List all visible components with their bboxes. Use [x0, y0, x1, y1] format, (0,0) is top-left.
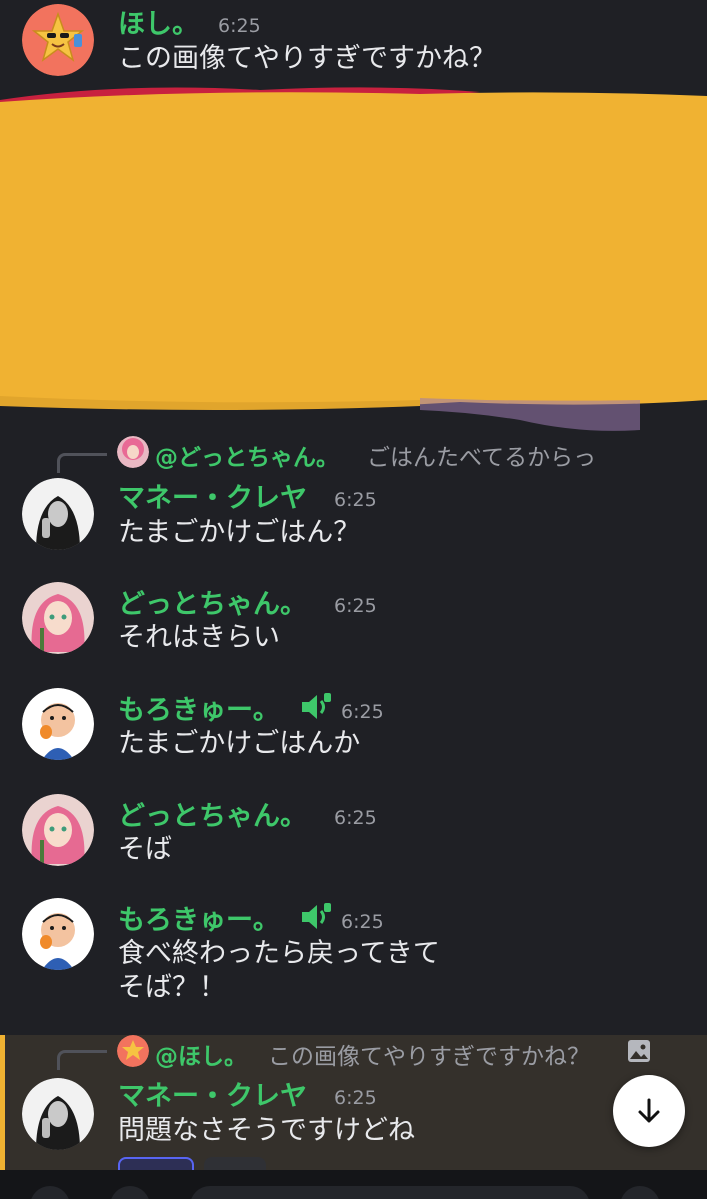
reply-mention[interactable]: @ほし。: [155, 1037, 247, 1071]
speaker-icon: [302, 693, 331, 719]
timestamp: 6:25: [334, 1087, 377, 1109]
timestamp: 6:25: [334, 489, 377, 511]
author-name[interactable]: マネー・クレヤ: [118, 1083, 307, 1110]
apps-button[interactable]: [110, 1186, 150, 1199]
cartoon-man-avatar-icon: [22, 898, 94, 970]
message-item[interactable]: もろきゅー。 6:25 たまごかけごはんか: [0, 686, 707, 776]
add-button[interactable]: [30, 1186, 70, 1199]
avatar[interactable]: [22, 898, 94, 970]
author-name[interactable]: どっとちゃん。: [118, 803, 307, 830]
message-item[interactable]: マネー・クレヤ 6:25 問題なさそうですけどね: [0, 1070, 707, 1160]
chat-screen: ほし。 6:25 この画像てやりすぎですかね？ @どっとちゃん。 ごはんたべてる…: [0, 0, 707, 1199]
message-text: 問題なさそうですけどね: [118, 1115, 415, 1146]
timestamp: 6:25: [218, 15, 261, 37]
message-input[interactable]: [190, 1186, 590, 1199]
star-avatar-icon: [22, 4, 94, 76]
bw-portrait-avatar-icon: [22, 1078, 94, 1150]
cartoon-man-avatar-icon: [22, 688, 94, 760]
avatar[interactable]: [22, 1078, 94, 1150]
timestamp: 6:25: [334, 807, 377, 829]
message-text: そば？！: [118, 972, 226, 1003]
author-name[interactable]: ほし。: [118, 11, 199, 38]
message-text: たまごかけごはん？: [118, 517, 361, 548]
composer-bar: [0, 1170, 707, 1199]
message-text: 食べ終わったら戻ってきて: [118, 938, 440, 969]
author-name[interactable]: もろきゅー。: [118, 907, 280, 934]
avatar[interactable]: [22, 478, 94, 550]
speaker-icon: [302, 903, 331, 929]
bw-portrait-avatar-icon: [22, 478, 94, 550]
message-item[interactable]: ほし。 6:25 この画像てやりすぎですかね？: [0, 0, 707, 80]
pink-hair-avatar-icon: [117, 436, 149, 468]
message-item[interactable]: どっとちゃん。 6:25 それはきらい: [0, 580, 707, 670]
reply-avatar: [117, 436, 149, 468]
author-name[interactable]: もろきゅー。: [118, 697, 280, 724]
message-text: それはきらい: [118, 622, 280, 653]
reply-avatar: [117, 1035, 149, 1067]
reply-reference[interactable]: @どっとちゃん。 ごはんたべてるからっ: [0, 436, 707, 473]
timestamp: 6:25: [334, 595, 377, 617]
message-item[interactable]: マネー・クレヤ 6:25 たまごかけごはん？: [0, 470, 707, 560]
message-item[interactable]: もろきゅー。 6:25 食べ終わったら戻ってきて そば？！: [0, 896, 707, 1016]
message-text: この画像てやりすぎですかね？: [118, 43, 496, 74]
pink-hair-avatar-icon: [22, 582, 94, 654]
reply-preview-text[interactable]: ごはんたべてるからっ: [367, 438, 596, 472]
arrow-down-icon: [638, 1098, 660, 1123]
author-name[interactable]: マネー・クレヤ: [118, 485, 307, 512]
star-avatar-icon: [117, 1035, 149, 1067]
pink-hair-avatar-icon: [22, 794, 94, 866]
avatar[interactable]: [22, 794, 94, 866]
reply-mention[interactable]: @どっとちゃん。: [155, 438, 339, 472]
author-name[interactable]: どっとちゃん。: [118, 591, 307, 618]
avatar[interactable]: [22, 582, 94, 654]
scroll-to-bottom-button[interactable]: [613, 1075, 685, 1147]
reply-preview-text[interactable]: この画像てやりすぎですかね？: [268, 1037, 590, 1071]
redacted-image[interactable]: [0, 80, 707, 440]
avatar[interactable]: [22, 4, 94, 76]
timestamp: 6:25: [341, 701, 384, 723]
image-icon: [628, 1040, 650, 1062]
message-text: そば: [118, 834, 172, 865]
message-item[interactable]: どっとちゃん。 6:25 そば: [0, 792, 707, 882]
mic-button[interactable]: [620, 1186, 660, 1199]
reply-connector: [57, 1050, 107, 1070]
timestamp: 6:25: [341, 911, 384, 933]
reply-reference[interactable]: @ほし。 この画像てやりすぎですかね？: [0, 1035, 707, 1071]
avatar[interactable]: [22, 688, 94, 760]
message-text: たまごかけごはんか: [118, 728, 361, 759]
